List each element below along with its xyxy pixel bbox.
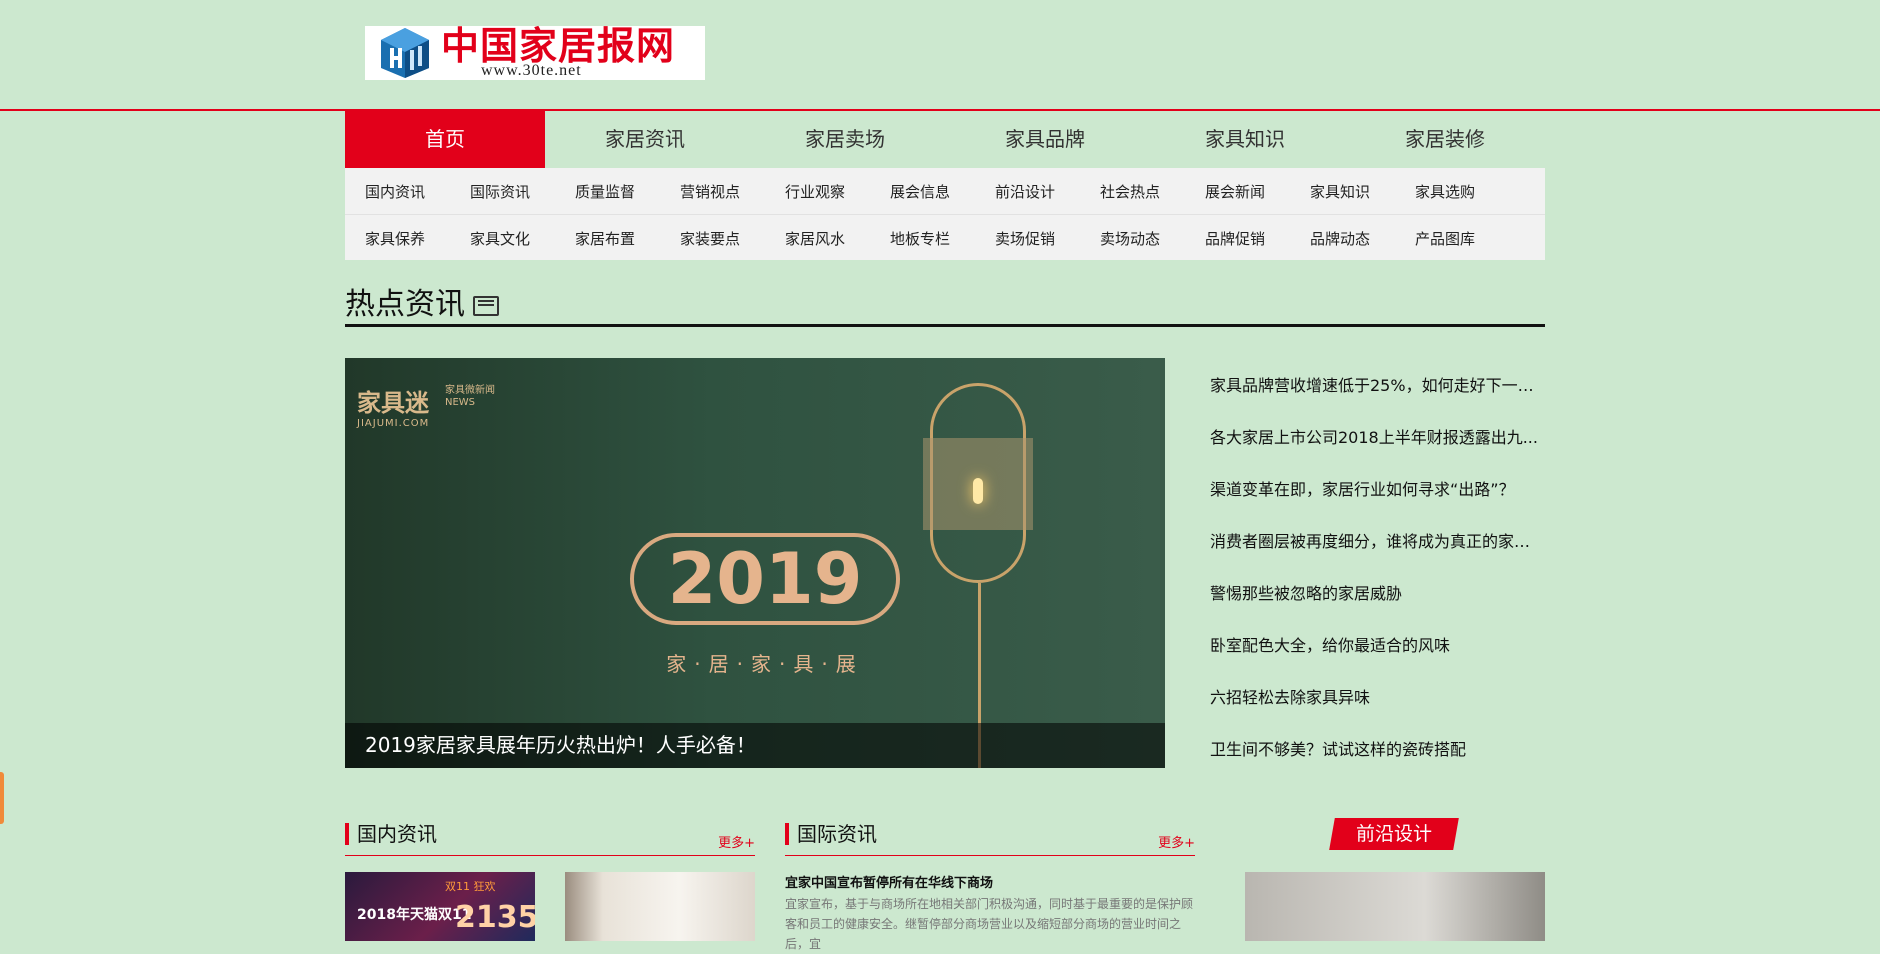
- sub-nav-link[interactable]: 家具文化: [470, 228, 575, 249]
- sub-nav-link[interactable]: 营销视点: [680, 181, 785, 202]
- sub-nav-link[interactable]: 产品图库: [1415, 228, 1520, 249]
- list-item[interactable]: 卫生间不够美？试试这样的瓷砖搭配: [1210, 734, 1545, 786]
- side-float-tab[interactable]: [0, 772, 4, 824]
- section-marker: [345, 823, 349, 845]
- list-item[interactable]: 警惕那些被忽略的家居威胁: [1210, 578, 1545, 630]
- nav-item-home[interactable]: 首页: [345, 111, 545, 168]
- sub-nav-link[interactable]: 国内资讯: [365, 181, 470, 202]
- newspaper-icon: [473, 296, 499, 316]
- site-logo[interactable]: 中国家居报网 www.30te.net: [365, 26, 705, 80]
- sub-nav-link[interactable]: 社会热点: [1100, 181, 1205, 202]
- logo-cube-icon: [377, 26, 433, 80]
- sub-nav-row-1: 国内资讯 国际资讯 质量监督 营销视点 行业观察 展会信息 前沿设计 社会热点 …: [345, 168, 1545, 214]
- international-news-header: 国际资讯 更多+: [785, 820, 1195, 856]
- nav-item-knowledge[interactable]: 家具知识: [1145, 111, 1345, 168]
- sub-nav-link[interactable]: 家具保养: [365, 228, 470, 249]
- design-thumb[interactable]: [1245, 872, 1545, 941]
- sub-nav-link[interactable]: 家装要点: [680, 228, 785, 249]
- sub-nav-link[interactable]: 行业观察: [785, 181, 890, 202]
- list-item[interactable]: 卧室配色大全，给你最适合的风味: [1210, 630, 1545, 682]
- sub-nav-link[interactable]: 品牌促销: [1205, 228, 1310, 249]
- sub-nav-link[interactable]: 家具知识: [1310, 181, 1415, 202]
- nav-item-brand[interactable]: 家具品牌: [945, 111, 1145, 168]
- site-header: 中国家居报网 www.30te.net: [0, 0, 1880, 111]
- logo-title: 中国家居报网: [441, 23, 676, 68]
- main-nav: 首页 家居资讯 家居卖场 家具品牌 家具知识 家居装修: [345, 111, 1545, 168]
- nav-item-decoration[interactable]: 家居装修: [1345, 111, 1545, 168]
- sub-nav-link[interactable]: 展会新闻: [1205, 181, 1310, 202]
- sub-nav-link[interactable]: 家居风水: [785, 228, 890, 249]
- international-summary: 宜家宣布，基于与商场所在地相关部门积极沟通，同时基于最重要的是保护顾客和员工的健…: [785, 897, 1194, 951]
- banner-year: 2019: [630, 533, 900, 625]
- hot-news-list: 家具品牌营收增速低于25%，如何走好下一步... 各大家居上市公司2018上半年…: [1210, 370, 1545, 786]
- banner-caption[interactable]: 2019家居家具展年历火热出炉！人手必备！: [345, 723, 1165, 768]
- international-news-title: 国际资讯: [797, 822, 877, 846]
- design-section-badge[interactable]: 前沿设计: [1329, 818, 1459, 850]
- sub-nav-link[interactable]: 品牌动态: [1310, 228, 1415, 249]
- nav-item-market[interactable]: 家居卖场: [745, 111, 945, 168]
- international-more-link[interactable]: 更多+: [1158, 832, 1195, 851]
- sub-nav-link[interactable]: 国际资讯: [470, 181, 575, 202]
- lamp-bulb: [973, 478, 983, 504]
- list-item[interactable]: 消费者圈层被再度细分，谁将成为真正的家居...: [1210, 526, 1545, 578]
- sub-nav-link[interactable]: 卖场促销: [995, 228, 1100, 249]
- sub-nav-link[interactable]: 家具选购: [1415, 181, 1520, 202]
- banner-expo-text: 家·居·家·具·展: [666, 652, 864, 676]
- list-item[interactable]: 六招轻松去除家具异味: [1210, 682, 1545, 734]
- sub-nav-link[interactable]: 地板专栏: [890, 228, 995, 249]
- hot-news-header: 热点资讯: [345, 282, 1545, 327]
- sub-nav-link[interactable]: 质量监督: [575, 181, 680, 202]
- section-marker: [785, 823, 789, 845]
- sub-nav: 国内资讯 国际资讯 质量监督 营销视点 行业观察 展会信息 前沿设计 社会热点 …: [345, 168, 1545, 260]
- hot-news-title: 热点资讯: [345, 287, 465, 322]
- sub-nav-link[interactable]: 卖场动态: [1100, 228, 1205, 249]
- list-item[interactable]: 各大家居上市公司2018上半年财报透露出九...: [1210, 422, 1545, 474]
- domestic-thumb-2[interactable]: [565, 872, 755, 941]
- sub-nav-row-2: 家具保养 家具文化 家居布置 家装要点 家居风水 地板专栏 卖场促销 卖场动态 …: [345, 214, 1545, 261]
- sub-nav-link[interactable]: 家居布置: [575, 228, 680, 249]
- sub-nav-link[interactable]: 前沿设计: [995, 181, 1100, 202]
- domestic-news-header: 国内资讯 更多+: [345, 820, 755, 856]
- list-item[interactable]: 家具品牌营收增速低于25%，如何走好下一步...: [1210, 370, 1545, 422]
- nav-item-news[interactable]: 家居资讯: [545, 111, 745, 168]
- list-item[interactable]: 渠道变革在即，家居行业如何寻求“出路”？: [1210, 474, 1545, 526]
- international-headline[interactable]: 宜家中国宣布暂停所有在华线下商场: [785, 872, 1195, 891]
- banner-brand: 家具迷 JIAJUMI.COM: [357, 389, 430, 429]
- logo-url: www.30te.net: [481, 62, 582, 79]
- banner-brand-news: 家具微新闻 NEWS: [445, 385, 495, 408]
- hot-news-banner[interactable]: 家具迷 JIAJUMI.COM 家具微新闻 NEWS 2019 家·居·家·具·…: [345, 358, 1165, 768]
- domestic-news-title: 国内资讯: [357, 822, 437, 846]
- domestic-thumb-1[interactable]: 双11 狂欢 2018年天猫双11 2135: [345, 872, 535, 941]
- domestic-more-link[interactable]: 更多+: [718, 832, 755, 851]
- sub-nav-link[interactable]: 展会信息: [890, 181, 995, 202]
